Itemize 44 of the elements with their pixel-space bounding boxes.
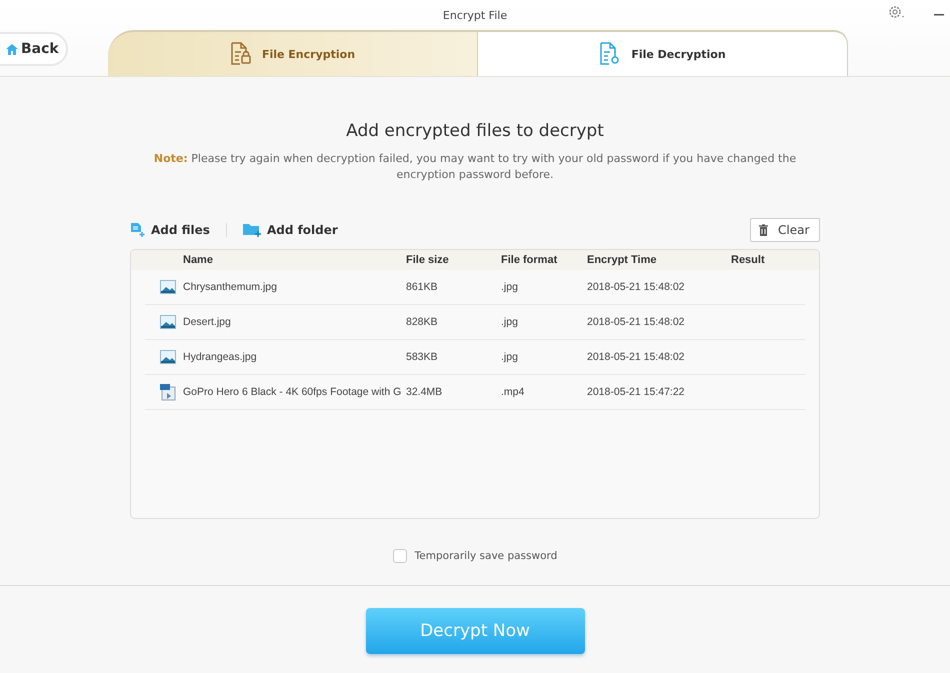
trash-icon <box>759 224 768 236</box>
table-cell-text: 2018-05-21 15:47:22 <box>587 386 686 398</box>
table-cell-text: 2018-05-21 15:48:02 <box>587 281 686 293</box>
video-file-icon <box>160 384 176 400</box>
add-files-button[interactable]: Add files <box>130 223 210 237</box>
table-cell-text: 828KB <box>406 316 439 328</box>
note-text: Note: Please try again when decryption failed, you may want to try with your old password if you have changed the encryption password before. <box>152 151 798 183</box>
back-button[interactable]: Back <box>0 32 68 66</box>
image-file-icon <box>160 350 176 364</box>
file-plus-icon <box>130 223 145 237</box>
tab[interactable]: File Decryption <box>478 30 848 76</box>
window-title: Encrypt File <box>442 8 508 22</box>
settings-icon[interactable] <box>888 4 906 20</box>
document-key-icon <box>599 42 622 66</box>
table-cell-text: GoPro Hero 6 Black - 4K 60fps Footage with G <box>183 386 402 398</box>
table-cell-text: Hydrangeas.jpg <box>183 351 258 363</box>
table-cell-text: Desert.jpg <box>183 316 232 328</box>
table-cell-text: .jpg <box>501 281 519 293</box>
checkbox-label: Temporarily save password <box>414 550 558 562</box>
document-lock-icon <box>230 42 252 66</box>
tab[interactable]: File Encryption <box>108 30 478 76</box>
column-header: File format <box>501 254 558 266</box>
image-file-icon <box>160 315 176 329</box>
table-cell-text: 861KB <box>406 281 439 293</box>
minimize-icon[interactable] <box>934 14 944 16</box>
table-cell-text: 583KB <box>406 351 439 363</box>
page-heading: Add encrypted files to decrypt <box>346 121 604 141</box>
column-header: Name <box>183 254 214 266</box>
column-header: File size <box>406 254 450 266</box>
checkbox[interactable] <box>392 549 407 563</box>
home-icon <box>6 44 18 54</box>
table-cell-text: Chrysanthemum.jpg <box>183 281 278 293</box>
add-folder-button[interactable]: Add folder <box>242 223 338 237</box>
table-cell-text: .jpg <box>501 316 519 328</box>
table-cell-text: .jpg <box>501 351 519 363</box>
clear-button[interactable]: Clear <box>750 218 820 242</box>
column-header: Encrypt Time <box>587 254 658 266</box>
table-cell-text: .mp4 <box>501 386 526 398</box>
table-cell-text: 2018-05-21 15:48:02 <box>587 316 686 328</box>
column-header: Result <box>731 254 766 266</box>
image-file-icon <box>160 280 176 294</box>
table-cell-text: 2018-05-21 15:48:02 <box>587 351 686 363</box>
table-cell-text: 32.4MB <box>406 386 444 398</box>
folder-plus-icon <box>242 223 261 237</box>
